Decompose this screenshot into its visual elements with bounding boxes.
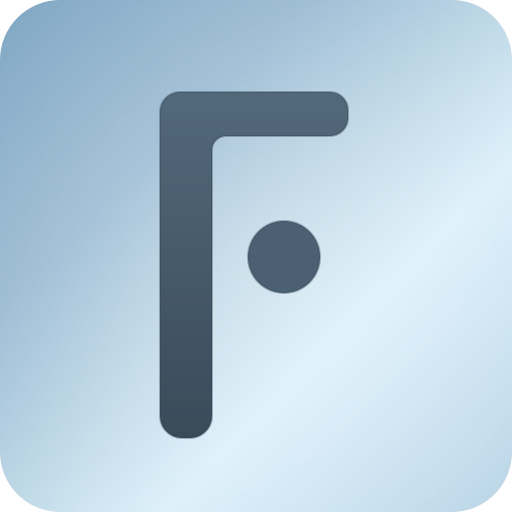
logo-dot bbox=[247, 220, 321, 294]
app-logo-icon bbox=[0, 0, 512, 512]
app-icon-tile[interactable] bbox=[0, 0, 512, 512]
